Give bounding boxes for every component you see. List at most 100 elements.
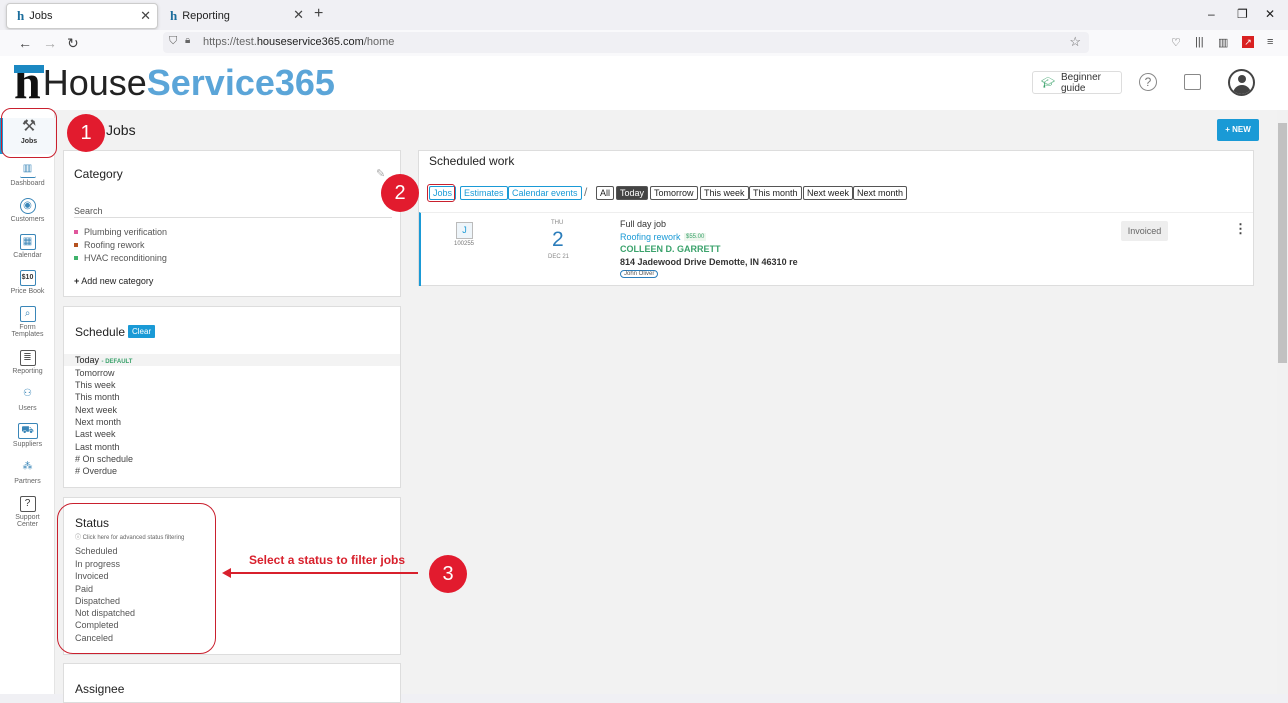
sidebar-item-reporting[interactable]: ≣ Reporting	[0, 350, 55, 375]
logo-text-service: Service365	[146, 62, 335, 103]
sidebar-item-form-templates[interactable]: ⌕ Form Templates	[0, 306, 55, 338]
category-title: Category	[74, 167, 123, 181]
category-item[interactable]: Plumbing verification	[74, 227, 167, 237]
category-item[interactable]: HVAC reconditioning	[74, 253, 167, 263]
schedule-option[interactable]: Next month	[64, 416, 400, 428]
schedule-option[interactable]: # On schedule	[64, 453, 400, 465]
date-filter-this-week[interactable]: This week	[700, 186, 749, 200]
browser-tab-jobs[interactable]: h Jobs ✕	[6, 3, 158, 29]
scrollbar-thumb[interactable]	[1278, 123, 1287, 363]
beginner-guide-button[interactable]: 🎓︎ Beginner guide	[1032, 71, 1122, 94]
address-bar[interactable]: ⛉ 🔒︎ https://test.houseservice365.com/ho…	[163, 32, 1089, 53]
url-prefix: https://test.	[203, 36, 257, 48]
schedule-option-label: Today	[75, 355, 100, 365]
schedule-option[interactable]: Last month	[64, 441, 400, 453]
sidebar-item-customers[interactable]: ◉ Customers	[0, 198, 55, 223]
clear-button[interactable]: Clear	[128, 325, 156, 338]
sidebar-item-users[interactable]: ⚇ Users	[0, 387, 55, 412]
new-tab-button[interactable]: +	[314, 5, 323, 23]
schedule-option[interactable]: Tomorrow	[64, 367, 400, 379]
annotation-step-1: 1	[67, 114, 105, 152]
annotation-highlight-jobs	[1, 108, 57, 158]
browser-tab-reporting[interactable]: h Reporting ✕	[160, 3, 310, 29]
date-filter-this-month[interactable]: This month	[749, 186, 802, 200]
houseservice-favicon-icon: h	[170, 8, 178, 23]
add-category-link[interactable]: + Add new category	[74, 276, 153, 286]
date-filter-next-week[interactable]: Next week	[803, 186, 854, 200]
truck-icon: ⛟	[17, 423, 38, 439]
minimize-button[interactable]: –	[1208, 7, 1215, 21]
menu-icon[interactable]: ≡	[1267, 36, 1273, 48]
extension-icon[interactable]: ↗	[1242, 36, 1254, 48]
sidebar-item-label: Customers	[10, 216, 45, 223]
sidebar-item-label: Users	[18, 405, 37, 412]
job-row[interactable]: J 100255 THU 2 DEC 21 Full day job Roofi…	[419, 212, 1253, 286]
user-profile-icon[interactable]	[1228, 69, 1255, 96]
price-book-icon: $10	[19, 270, 36, 286]
category-search-input[interactable]	[74, 204, 392, 218]
back-icon[interactable]: ←	[18, 35, 32, 51]
job-title[interactable]: Full day job	[620, 219, 666, 229]
shield-icon[interactable]: ⛉	[169, 35, 177, 48]
close-tab-icon[interactable]: ✕	[140, 8, 151, 24]
annotation-step-3-text: Select a status to filter jobs	[249, 553, 406, 567]
users-icon: ⚇	[23, 388, 32, 399]
job-type-badge: J	[456, 222, 473, 239]
schedule-option[interactable]: This month	[64, 391, 400, 403]
sidebar-item-label: Reporting	[12, 368, 43, 375]
sidebar-item-label: Price Book	[10, 288, 45, 295]
plus-icon: +	[74, 276, 80, 286]
sidebar-item-support-center[interactable]: ? Support Center	[0, 496, 55, 528]
sidebar-toggle-icon[interactable]: ▥	[1218, 36, 1228, 49]
schedule-option[interactable]: Next week	[64, 404, 400, 416]
browser-tab-strip: h Jobs ✕ h Reporting ✕ + – ❐ ✕	[0, 0, 1288, 30]
date-filter-all[interactable]: All	[596, 186, 615, 200]
support-icon: ?	[19, 496, 36, 512]
help-icon[interactable]: ?	[1139, 73, 1157, 91]
more-options-icon[interactable]: ⋮	[1234, 221, 1247, 237]
job-category: Roofing rework	[620, 232, 681, 242]
new-button[interactable]: + NEW	[1217, 119, 1259, 141]
job-customer[interactable]: COLLEEN D. GARRETT	[620, 244, 721, 254]
category-item[interactable]: Roofing rework	[74, 240, 145, 250]
sidebar-item-partners[interactable]: ⁂ Partners	[0, 460, 55, 485]
pocket-icon[interactable]: ♡	[1171, 36, 1181, 49]
schedule-option[interactable]: # Overdue	[64, 465, 400, 477]
sidebar-item-calendar[interactable]: ▦ Calendar	[0, 234, 55, 259]
sidebar-item-label: Dashboard	[10, 180, 45, 187]
category-color-dot	[74, 243, 78, 247]
job-status-badge: Invoiced	[1121, 221, 1168, 241]
restore-button[interactable]: ❐	[1237, 7, 1248, 21]
files-icon[interactable]	[1184, 74, 1201, 90]
filter-estimates-tab[interactable]: Estimates	[460, 186, 508, 200]
category-item-label: HVAC reconditioning	[84, 253, 167, 263]
bookmark-star-icon[interactable]: ☆	[1069, 34, 1081, 50]
schedule-option[interactable]: Last week	[64, 428, 400, 440]
schedule-panel: Schedule Clear Today - DEFAULT Tomorrow …	[63, 306, 401, 488]
annotation-arrow	[224, 572, 418, 574]
job-day: 2	[552, 228, 564, 251]
filter-calendar-events-tab[interactable]: Calendar events	[508, 186, 582, 200]
sidebar-item-suppliers[interactable]: ⛟ Suppliers	[0, 423, 55, 448]
lock-icon[interactable]: 🔒︎	[185, 35, 190, 46]
divider-slash: /	[584, 185, 588, 199]
houseservice365-logo[interactable]: h House Service365	[14, 59, 335, 107]
forward-icon[interactable]: →	[43, 35, 57, 51]
schedule-option-today[interactable]: Today - DEFAULT	[64, 354, 400, 366]
default-tag: - DEFAULT	[101, 359, 133, 365]
date-filter-next-month[interactable]: Next month	[853, 186, 908, 200]
sidebar-item-price-book[interactable]: $10 Price Book	[0, 270, 55, 295]
date-filter-tomorrow[interactable]: Tomorrow	[650, 186, 698, 200]
reload-icon[interactable]: ↻	[67, 35, 79, 52]
browser-toolbar: ← → ↻ ⛉ 🔒︎ https://test.houseservice365.…	[0, 30, 1288, 56]
browser-tab-label: Reporting	[182, 10, 230, 22]
add-category-label: Add new category	[81, 276, 154, 286]
sidebar-item-dashboard[interactable]: ▥ Dashboard	[0, 162, 55, 187]
date-filter-today[interactable]: Today	[616, 186, 649, 200]
schedule-option[interactable]: This week	[64, 379, 400, 391]
close-tab-icon[interactable]: ✕	[293, 7, 304, 23]
close-window-button[interactable]: ✕	[1265, 7, 1275, 21]
edit-pencil-icon[interactable]: ✎	[376, 167, 385, 180]
graduation-cap-icon: 🎓︎	[1041, 77, 1055, 89]
library-icon[interactable]: |||	[1195, 36, 1204, 48]
